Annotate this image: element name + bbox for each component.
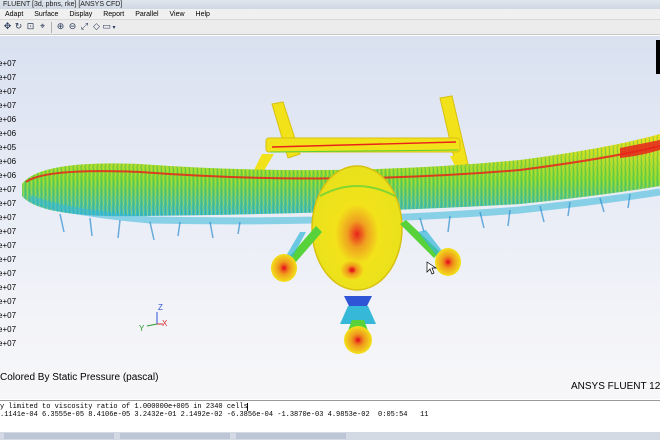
colorbar-label: e+07 <box>0 185 17 194</box>
window-titlebar: FLUENT [3d, pbns, rke] [ANSYS CFD] <box>0 0 660 9</box>
colorbar-label: e+07 <box>0 297 17 306</box>
colorbar-label: e+07 <box>0 311 17 320</box>
ansys-brand-label: ANSYS FLUENT 12. <box>571 381 660 392</box>
fuselage <box>311 165 403 291</box>
colorbar-label: e+06 <box>0 157 17 166</box>
graphics-viewport[interactable]: Z Y X e+07 e+07 e+07 e+07 e+06 e+06 e+05… <box>0 36 660 399</box>
menu-help[interactable]: Help <box>196 9 210 20</box>
colorbar-label: e+07 <box>0 73 17 82</box>
menu-surface[interactable]: Surface <box>34 9 58 20</box>
colorbar-label: e+07 <box>0 283 17 292</box>
lower-gear <box>340 296 376 354</box>
axis-y-label: Y <box>139 324 145 333</box>
taskbar-tab[interactable] <box>120 433 230 439</box>
taskbar-tab[interactable] <box>236 433 346 439</box>
window-title: FLUENT [3d, pbns, rke] [ANSYS CFD] <box>3 1 123 8</box>
graphics-toolbar: ✥ ↻ ⊡ ⌖ ⊕ ⊖ ⤢ ◇ ▭ ▾ <box>0 20 660 35</box>
colorbar-label: e+07 <box>0 59 17 68</box>
taskbar-strip <box>0 432 660 440</box>
colorbar-label: e+06 <box>0 129 17 138</box>
colorbar-label: e+07 <box>0 339 17 348</box>
axis-x-label: X <box>162 319 168 328</box>
menu-report[interactable]: Report <box>103 9 124 20</box>
colorbar-label: e+05 <box>0 143 17 152</box>
console-cursor <box>247 403 248 411</box>
zoom-in-icon[interactable]: ⊕ <box>55 22 66 33</box>
axes-triad <box>146 312 163 327</box>
menu-display[interactable]: Display <box>69 9 92 20</box>
taskbar-tab[interactable] <box>4 433 114 439</box>
rotate-icon[interactable]: ↻ <box>13 22 24 33</box>
fit-view-icon[interactable]: ⤢ <box>79 22 90 33</box>
console-line: y limited to viscosity ratio of 1.000000… <box>0 403 248 411</box>
colorbar-label: e+06 <box>0 115 17 124</box>
colorbar-label: e+07 <box>0 199 17 208</box>
window-edge <box>656 40 660 74</box>
toolbar-separator <box>51 22 52 33</box>
contour-caption: Colored By Static Pressure (pascal) <box>0 372 159 383</box>
colorbar-label: e+07 <box>0 325 17 334</box>
axis-z-label: Z <box>158 303 163 312</box>
colorbar-label: e+06 <box>0 171 17 180</box>
left-nacelle <box>271 226 322 282</box>
colorbar-label: e+07 <box>0 227 17 236</box>
colorbar-label: e+07 <box>0 269 17 278</box>
probe-icon[interactable]: ⌖ <box>37 22 48 33</box>
colorbar-label: e+07 <box>0 101 17 110</box>
menu-bar: Adapt Surface Display Report Parallel Vi… <box>0 9 660 20</box>
pressure-contour-scene <box>22 95 660 354</box>
zoom-box-icon[interactable]: ⊡ <box>25 22 36 33</box>
colorbar-label: e+07 <box>0 255 17 264</box>
colorbar-label: e+07 <box>0 87 17 96</box>
move-icon[interactable]: ✥ <box>2 22 13 33</box>
mouse-cursor-icon <box>426 261 438 275</box>
colorbar-label: e+07 <box>0 241 17 250</box>
menu-parallel[interactable]: Parallel <box>135 9 158 20</box>
console-line: .1141e-04 6.3555e-05 8.4106e-05 3.2432e-… <box>0 411 429 419</box>
zoom-out-icon[interactable]: ⊖ <box>67 22 78 33</box>
dropdown-arrow-icon[interactable]: ▾ <box>110 22 118 33</box>
menu-adapt[interactable]: Adapt <box>5 9 23 20</box>
menu-view[interactable]: View <box>170 9 185 20</box>
colorbar-label: e+07 <box>0 213 17 222</box>
